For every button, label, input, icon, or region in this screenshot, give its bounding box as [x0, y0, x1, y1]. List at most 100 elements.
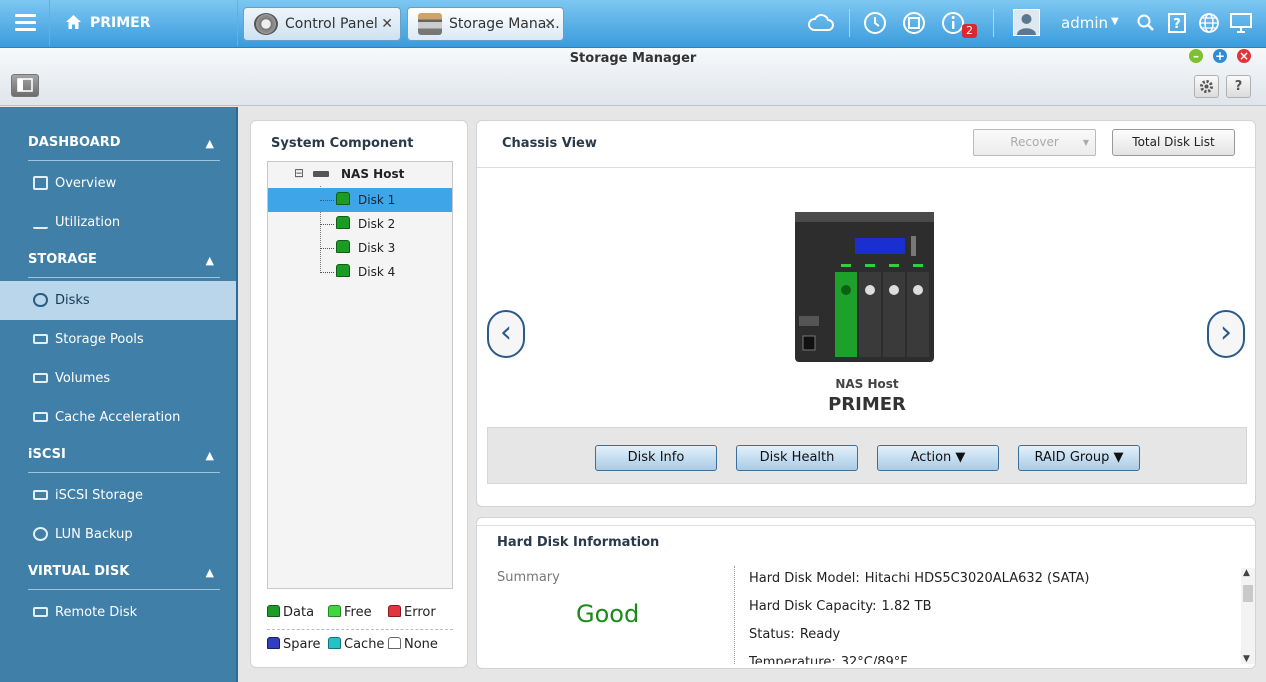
- disk-none-icon: [388, 637, 401, 649]
- info-row-model: Hard Disk Model: Hitachi HDS5C3020ALA632 …: [749, 571, 1090, 586]
- chassis-view-panel: Chassis View Recover ▼ Total Disk List ‹ …: [476, 120, 1256, 507]
- next-arrow-button[interactable]: ›: [1207, 310, 1245, 358]
- tab-storage-manager[interactable]: Storage Mana... ✕: [407, 7, 564, 41]
- section-title: VIRTUAL DISK: [28, 564, 130, 579]
- storage-manager-icon: [418, 13, 442, 35]
- close-tab-icon[interactable]: ✕: [544, 8, 556, 40]
- disk-free-icon: [328, 605, 341, 617]
- info-row-capacity: Hard Disk Capacity: 1.82 TB: [749, 599, 932, 614]
- sidebar-item-disks[interactable]: Disks: [0, 281, 236, 320]
- maximize-button[interactable]: +: [1213, 49, 1227, 63]
- scroll-up-icon[interactable]: ▲: [1243, 568, 1250, 578]
- legend-cache: Cache: [328, 637, 384, 652]
- search-icon[interactable]: [1136, 13, 1156, 33]
- tree-node-disk-1[interactable]: Disk 1: [268, 188, 452, 212]
- chevron-up-icon[interactable]: ▲: [206, 126, 214, 162]
- section-storage[interactable]: STORAGE ▲: [0, 242, 236, 281]
- sidebar-item-label: Cache Acceleration: [55, 410, 181, 425]
- divider: [477, 525, 1255, 526]
- chevron-up-icon[interactable]: ▲: [206, 438, 214, 474]
- total-disk-list-button[interactable]: Total Disk List: [1112, 129, 1235, 156]
- close-tab-icon[interactable]: ✕: [381, 8, 393, 40]
- avatar[interactable]: [1013, 9, 1040, 36]
- sidebar-item-label: iSCSI Storage: [55, 488, 144, 503]
- scroll-down-icon[interactable]: ▼: [1243, 654, 1250, 664]
- minimize-button[interactable]: –: [1189, 49, 1203, 63]
- sidebar-item-remote-disk[interactable]: Remote Disk: [0, 593, 236, 632]
- settings-button[interactable]: [1194, 75, 1219, 98]
- close-window-button[interactable]: ×: [1237, 49, 1251, 63]
- user-name[interactable]: admin: [1061, 14, 1108, 32]
- globe-icon[interactable]: [1198, 12, 1220, 34]
- notification-badge[interactable]: 2: [962, 24, 977, 38]
- tree-node-nas-host[interactable]: ⊟ NAS Host: [268, 162, 452, 186]
- sidebar-item-utilization[interactable]: Utilization: [0, 203, 236, 242]
- tree-node-disk-2[interactable]: Disk 2: [268, 212, 452, 236]
- section-virtual-disk[interactable]: VIRTUAL DISK ▲: [0, 554, 236, 593]
- summary-status: Good: [576, 600, 640, 628]
- panel-title: System Component: [271, 136, 414, 151]
- control-panel-icon: [254, 13, 278, 35]
- collapse-icon[interactable]: ⊟: [294, 161, 304, 185]
- home-button[interactable]: PRIMER: [52, 0, 238, 46]
- action-dropdown-button[interactable]: Action ▼: [877, 445, 999, 471]
- section-iscsi[interactable]: iSCSI ▲: [0, 437, 236, 476]
- toggle-sidebar-button[interactable]: [11, 74, 39, 97]
- chevron-up-icon[interactable]: ▲: [206, 555, 214, 591]
- remote-disk-icon: [33, 607, 48, 617]
- cloud-icon[interactable]: [807, 10, 835, 36]
- tree-node-label: Disk 4: [358, 265, 396, 279]
- disk-data-icon: [336, 240, 350, 253]
- recover-label: Recover: [1010, 135, 1059, 149]
- main-menu-button[interactable]: [0, 0, 50, 46]
- chart-icon: [33, 215, 48, 229]
- monitor-icon[interactable]: [1229, 12, 1253, 34]
- clock-icon[interactable]: [862, 10, 888, 36]
- previous-arrow-button[interactable]: ‹: [487, 310, 525, 358]
- scrollbar-thumb[interactable]: [1243, 585, 1253, 602]
- disk-icon: [33, 293, 48, 307]
- nas-host-label: NAS Host: [835, 377, 899, 391]
- sidebar-item-cache-acceleration[interactable]: Cache Acceleration: [0, 398, 236, 437]
- scrollbar[interactable]: ▲ ▼: [1241, 568, 1255, 664]
- panel-title: Hard Disk Information: [497, 535, 660, 550]
- divider: [993, 9, 994, 37]
- gear-icon: [1200, 80, 1213, 93]
- tree-node-label: Disk 3: [358, 241, 396, 255]
- sync-icon[interactable]: [901, 10, 927, 36]
- sidebar-item-label: Volumes: [55, 371, 111, 386]
- tab-control-panel[interactable]: Control Panel ✕: [243, 7, 401, 41]
- tree-node-disk-3[interactable]: Disk 3: [268, 236, 452, 260]
- sidebar-item-lun-backup[interactable]: LUN Backup: [0, 515, 236, 554]
- disk-data-icon: [336, 216, 350, 229]
- window-title: Storage Manager: [569, 51, 697, 66]
- disk-data-icon: [336, 264, 350, 277]
- chevron-up-icon[interactable]: ▲: [206, 243, 214, 279]
- disk-health-button[interactable]: Disk Health: [736, 445, 858, 471]
- tree-node-disk-4[interactable]: Disk 4: [268, 260, 452, 284]
- sidebar-item-volumes[interactable]: Volumes: [0, 359, 236, 398]
- raid-group-dropdown-button[interactable]: RAID Group ▼: [1018, 445, 1140, 471]
- home-icon: [66, 15, 81, 29]
- brand-name: PRIMER: [90, 15, 151, 31]
- chevron-down-icon[interactable]: ▼: [1111, 16, 1119, 27]
- section-title: STORAGE: [28, 252, 97, 267]
- nas-device-image[interactable]: [795, 212, 934, 362]
- sidebar-item-label: LUN Backup: [55, 527, 133, 542]
- tree-node-label: Disk 2: [358, 217, 396, 231]
- panel-title: Chassis View: [502, 136, 597, 151]
- svg-text:?: ?: [1173, 17, 1181, 32]
- chevron-down-icon: ▼: [1082, 138, 1089, 147]
- sidebar-item-iscsi-storage[interactable]: iSCSI Storage: [0, 476, 236, 515]
- sidebar-item-overview[interactable]: Overview: [0, 164, 236, 203]
- help-button[interactable]: ?: [1226, 75, 1251, 98]
- panel-icon: [17, 78, 33, 92]
- section-dashboard[interactable]: DASHBOARD ▲: [0, 125, 236, 164]
- sidebar-item-storage-pools[interactable]: Storage Pools: [0, 320, 236, 359]
- component-tree: ⊟ NAS Host Disk 1 Disk 2 Disk 3 Disk 4: [267, 161, 453, 589]
- disk-info-button[interactable]: Disk Info: [595, 445, 717, 471]
- help-icon[interactable]: ?: [1167, 12, 1187, 34]
- chassis-action-bar: Disk Info Disk Health Action ▼ RAID Grou…: [487, 427, 1247, 484]
- recover-dropdown[interactable]: Recover ▼: [973, 129, 1096, 156]
- section-title: iSCSI: [28, 447, 66, 462]
